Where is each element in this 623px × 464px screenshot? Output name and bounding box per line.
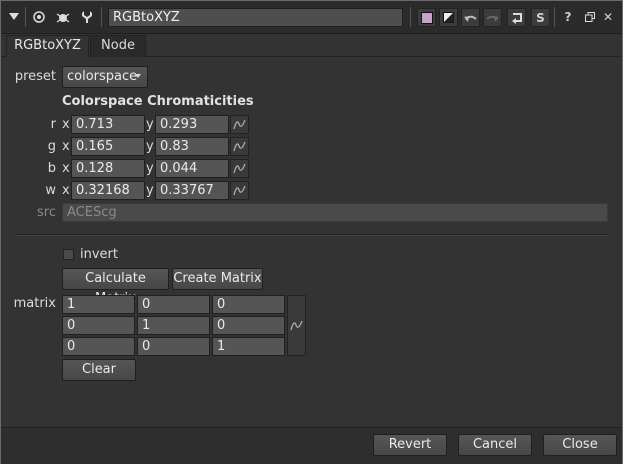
panel-titlebar: RGBtoXYZ S ? ✕ xyxy=(1,1,622,34)
color-swatch-icon[interactable] xyxy=(417,8,436,27)
invert-label: invert xyxy=(80,247,118,262)
b-x-label: x xyxy=(62,161,70,176)
undo-icon[interactable] xyxy=(461,8,480,27)
b-y-input[interactable]: 0.044 xyxy=(155,159,229,178)
src-input: ACEScg xyxy=(62,203,608,222)
matrix-cell[interactable]: 0 xyxy=(62,337,135,356)
w-y-label: y xyxy=(146,183,154,198)
cancel-button[interactable]: Cancel xyxy=(458,434,532,456)
b-y-label: y xyxy=(146,161,154,176)
invert-checkbox[interactable] xyxy=(63,249,74,260)
dialog-footer: Revert Cancel Close xyxy=(1,427,622,464)
bug-icon[interactable] xyxy=(55,8,71,26)
close-icon[interactable]: ✕ xyxy=(602,8,614,26)
matrix-cell[interactable]: 0 xyxy=(137,337,210,356)
float-icon[interactable] xyxy=(584,8,596,26)
g-y-label: y xyxy=(146,139,154,154)
w-x-label: x xyxy=(62,183,70,198)
tab-node[interactable]: Node xyxy=(90,35,146,57)
r-label: r xyxy=(50,117,56,132)
b-x-input[interactable]: 0.128 xyxy=(71,159,145,178)
r-x-input[interactable]: 0.713 xyxy=(71,115,145,134)
divider xyxy=(101,7,102,27)
animation-curve-icon[interactable] xyxy=(230,181,249,200)
create-matrix-button[interactable]: Create Matrix xyxy=(172,268,263,290)
g-y-input[interactable]: 0.83 xyxy=(155,137,229,156)
chromaticities-title: Colorspace Chromaticities xyxy=(62,94,254,109)
close-button[interactable]: Close xyxy=(543,434,617,456)
preset-dropdown[interactable]: colorspace xyxy=(62,66,148,88)
help-icon[interactable]: ? xyxy=(562,8,574,26)
revert-button[interactable]: Revert xyxy=(373,434,447,456)
divider xyxy=(410,7,411,27)
r-y-input[interactable]: 0.293 xyxy=(155,115,229,134)
g-x-input[interactable]: 0.165 xyxy=(71,137,145,156)
w-x-input[interactable]: 0.32168 xyxy=(71,181,145,200)
properties-panel: RGBtoXYZ S ? ✕ RGBtoXYZ Node preset colo… xyxy=(0,0,623,464)
w-label: w xyxy=(45,183,56,198)
matrix-cell[interactable]: 0 xyxy=(212,316,285,335)
section-divider xyxy=(15,234,609,236)
animation-curve-icon[interactable] xyxy=(230,137,249,156)
tab-rgbtoxyz[interactable]: RGBtoXYZ xyxy=(6,35,89,57)
matrix-cell[interactable]: 0 xyxy=(137,295,210,314)
node-name-input[interactable]: RGBtoXYZ xyxy=(108,8,403,27)
collapse-arrow-icon[interactable] xyxy=(7,8,21,26)
g-label: g xyxy=(47,139,56,154)
matrix-cell[interactable]: 1 xyxy=(137,316,210,335)
matrix-cell[interactable]: 1 xyxy=(212,337,285,356)
preset-value: colorspace xyxy=(67,69,138,84)
s-icon[interactable]: S xyxy=(531,8,550,27)
redo-icon[interactable] xyxy=(483,8,502,27)
wrench-icon[interactable] xyxy=(79,8,95,26)
animation-curve-icon[interactable] xyxy=(230,115,249,134)
divider xyxy=(554,7,555,27)
g-x-label: x xyxy=(62,139,70,154)
r-y-label: y xyxy=(146,117,154,132)
center-node-icon[interactable] xyxy=(31,8,47,26)
tab-bar: RGBtoXYZ Node xyxy=(1,34,622,57)
matrix-cell[interactable]: 1 xyxy=(62,295,135,314)
matrix-label: matrix xyxy=(13,296,56,311)
animation-curve-icon[interactable] xyxy=(287,295,306,356)
animation-curve-icon[interactable] xyxy=(230,159,249,178)
matrix-cell[interactable]: 0 xyxy=(212,295,285,314)
preset-label: preset xyxy=(14,69,56,84)
w-y-input[interactable]: 0.33767 xyxy=(155,181,229,200)
calculate-matrix-button[interactable]: Calculate Matrix xyxy=(62,268,169,306)
gray-swatch-icon[interactable] xyxy=(439,8,458,27)
divider xyxy=(25,7,26,27)
src-label: src xyxy=(37,205,56,220)
r-x-label: x xyxy=(62,117,70,132)
revert-knobs-icon[interactable] xyxy=(507,8,526,27)
b-label: b xyxy=(47,161,56,176)
clear-button[interactable]: Clear xyxy=(62,359,136,381)
matrix-cell[interactable]: 0 xyxy=(62,316,135,335)
chevron-down-icon xyxy=(135,74,141,78)
